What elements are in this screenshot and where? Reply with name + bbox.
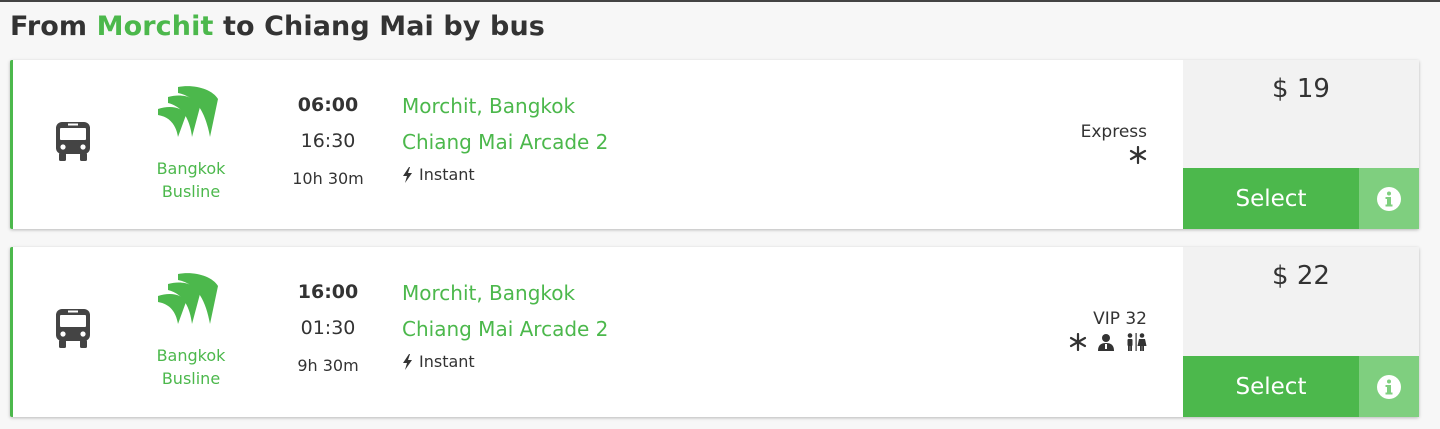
arrival-time: 01:30 (300, 317, 356, 339)
bus-class: VIP 32 (1069, 309, 1147, 351)
booking-type: Instant (402, 165, 475, 184)
restroom-icon (1127, 333, 1147, 351)
operator-name: Bangkok Busline (141, 157, 241, 203)
top-rule (0, 0, 1440, 2)
title-prefix: From (10, 11, 88, 42)
select-button[interactable]: Select (1183, 168, 1359, 229)
bus-class-label: VIP 32 (1093, 309, 1147, 329)
operator-name-line1: Bangkok (156, 346, 226, 365)
price: $ 19 (1272, 74, 1330, 104)
title-suffix: to Chiang Mai by bus (222, 11, 545, 42)
info-button[interactable] (1359, 356, 1419, 417)
operator-name-line2: Busline (161, 182, 221, 201)
trip-duration: 10h 30m (292, 169, 364, 188)
operator-name-line2: Busline (161, 369, 221, 388)
page-title: From Morchit to Chiang Mai by bus (10, 11, 545, 42)
info-icon (1377, 374, 1401, 399)
booking-type-label: Instant (419, 352, 475, 371)
trip-card[interactable]: Bangkok Busline 16:00 01:30 9h 30m Morch… (10, 247, 1419, 417)
arrival-station[interactable]: Chiang Mai Arcade 2 (402, 130, 608, 154)
bus-icon (56, 309, 90, 348)
select-button[interactable]: Select (1183, 356, 1359, 417)
title-origin: Morchit (96, 11, 214, 42)
snowflake-icon (1129, 146, 1147, 164)
snowflake-icon (1069, 333, 1087, 351)
bus-icon (56, 122, 90, 161)
arrival-station[interactable]: Chiang Mai Arcade 2 (402, 317, 608, 341)
booking-type: Instant (402, 352, 475, 371)
bus-class: Express (1081, 122, 1147, 164)
arrival-time: 16:30 (300, 130, 356, 152)
price-panel: $ 19 Select (1183, 60, 1419, 229)
operator-name: Bangkok Busline (141, 344, 241, 390)
amenities (1081, 146, 1147, 164)
lightning-icon (403, 353, 412, 370)
price: $ 22 (1272, 261, 1330, 291)
bangkok-busline-logo (158, 86, 218, 137)
departure-time: 16:00 (297, 281, 359, 303)
attendant-icon (1098, 334, 1114, 351)
bus-class-label: Express (1080, 122, 1147, 142)
operator-name-line1: Bangkok (156, 159, 226, 178)
booking-type-label: Instant (419, 165, 475, 184)
trip-card[interactable]: Bangkok Busline 06:00 16:30 10h 30m Morc… (10, 60, 1419, 229)
info-button[interactable] (1359, 168, 1419, 229)
trip-duration: 9h 30m (297, 356, 359, 375)
price-panel: $ 22 Select (1183, 247, 1419, 417)
info-icon (1377, 186, 1401, 211)
bangkok-busline-logo (158, 273, 218, 324)
departure-station[interactable]: Morchit, Bangkok (402, 281, 575, 305)
departure-station[interactable]: Morchit, Bangkok (402, 94, 575, 118)
departure-time: 06:00 (297, 94, 359, 116)
amenities (1069, 333, 1147, 351)
lightning-icon (403, 166, 412, 183)
